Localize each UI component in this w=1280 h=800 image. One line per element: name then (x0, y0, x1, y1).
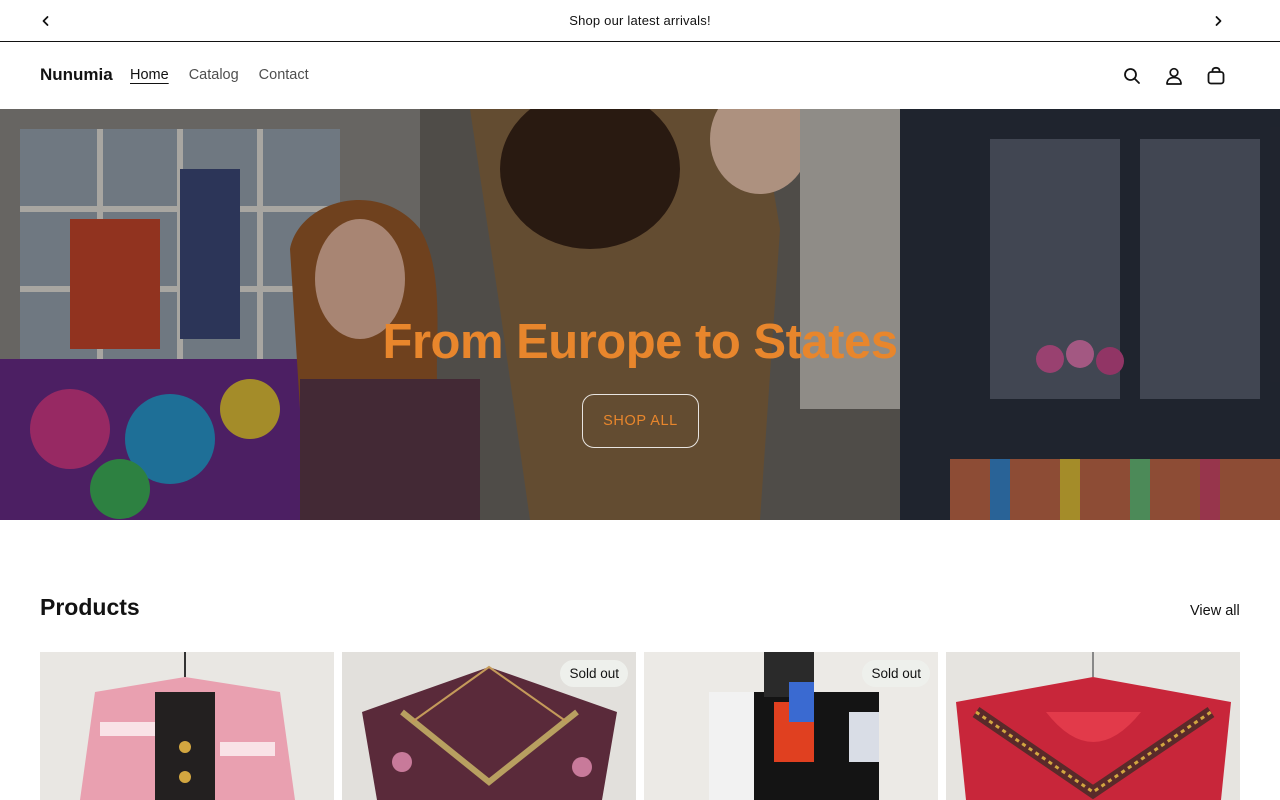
main-nav: Home Catalog Contact (130, 67, 309, 83)
search-icon (1124, 68, 1140, 84)
product-image (946, 652, 1240, 800)
product-image (40, 652, 334, 800)
product-card[interactable] (40, 652, 334, 800)
hero-banner: From Europe to States SHOP ALL (0, 109, 1280, 520)
account-button[interactable] (1158, 63, 1190, 89)
product-grid: Sold out Sold out (40, 652, 1240, 800)
nav-link-home[interactable]: Home (130, 67, 169, 83)
cart-icon (1207, 66, 1225, 85)
products-heading: Products (40, 594, 140, 620)
site-header: Nunumia Home Catalog Contact (0, 43, 1280, 109)
chevron-right-icon (1215, 16, 1222, 26)
store-logo[interactable]: Nunumia (40, 65, 113, 85)
nav-link-contact[interactable]: Contact (259, 67, 309, 83)
account-icon (1166, 67, 1182, 85)
product-card[interactable]: Sold out (644, 652, 938, 800)
shop-all-button[interactable]: SHOP ALL (582, 394, 699, 448)
announcement-text: Shop our latest arrivals! (569, 13, 711, 28)
cart-button[interactable] (1200, 63, 1232, 89)
search-button[interactable] (1116, 63, 1148, 89)
sold-out-badge: Sold out (560, 660, 628, 687)
view-all-link[interactable]: View all (1190, 603, 1240, 619)
hero-title: From Europe to States (382, 315, 898, 369)
product-card[interactable] (946, 652, 1240, 800)
header-icons (1116, 63, 1232, 89)
announcement-prev-button[interactable] (33, 8, 59, 34)
chevron-left-icon (42, 16, 49, 26)
announcement-next-button[interactable] (1205, 8, 1231, 34)
nav-link-catalog[interactable]: Catalog (189, 67, 239, 83)
sold-out-badge: Sold out (862, 660, 930, 687)
announcement-bar: Shop our latest arrivals! (0, 0, 1280, 42)
product-card[interactable]: Sold out (342, 652, 636, 800)
